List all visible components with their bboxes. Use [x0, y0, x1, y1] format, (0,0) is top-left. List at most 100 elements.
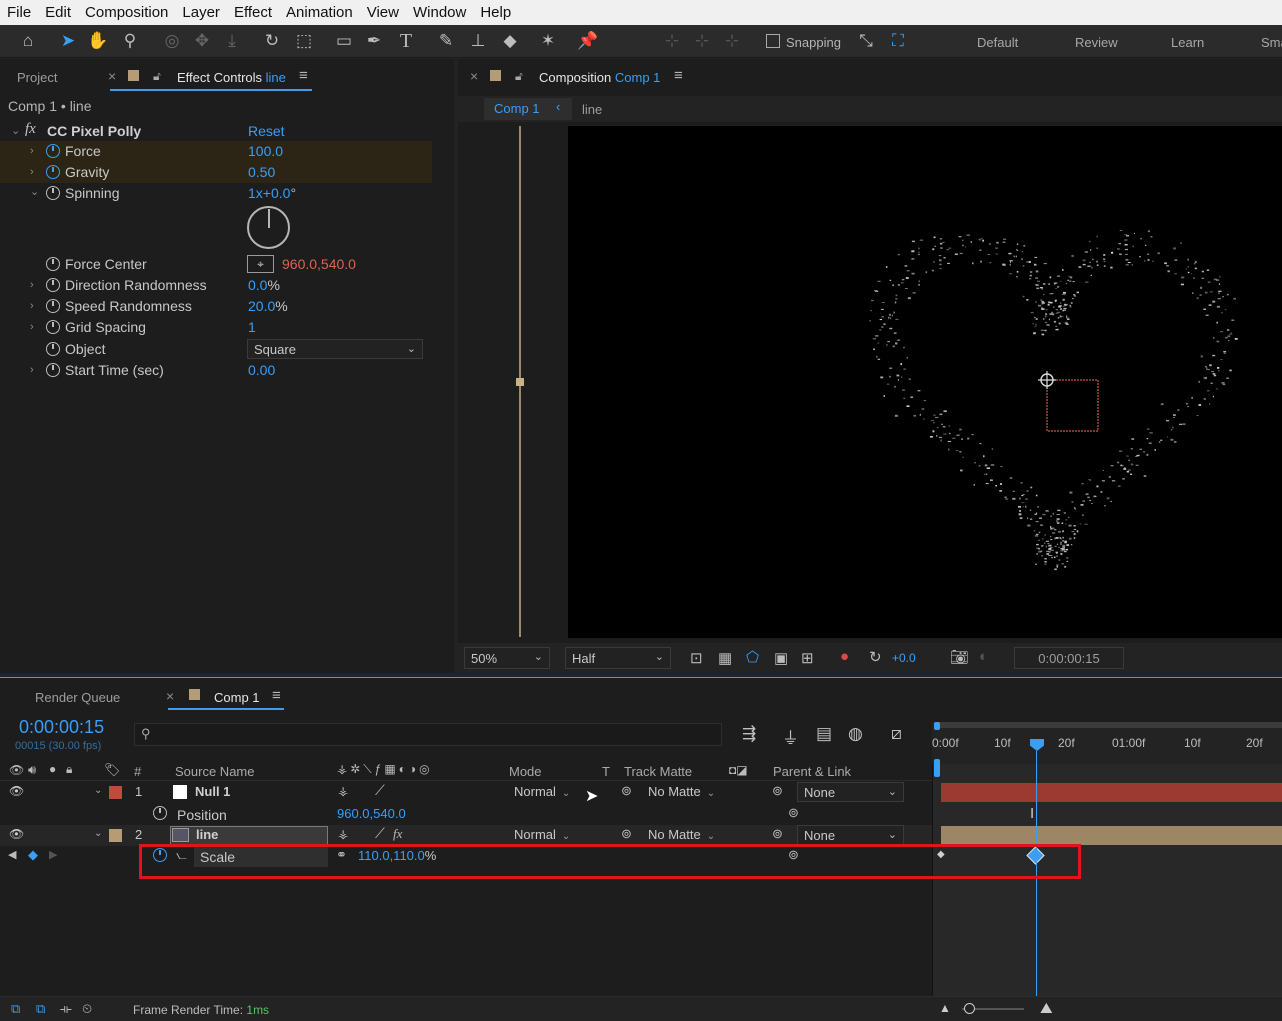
property-value[interactable]: 960.0,540.0 [282, 256, 356, 272]
eraser-tool-icon[interactable]: ◆ [498, 29, 522, 53]
chevron-down-icon[interactable]: ⌄ [94, 785, 102, 796]
brush-tool-icon[interactable]: ✎ [434, 29, 458, 53]
parent-pickwhip-icon[interactable]: ⊚ [772, 826, 783, 842]
fx-icon[interactable]: fx [25, 121, 36, 138]
resolution-dropdown[interactable]: Half ⌄ [565, 647, 671, 669]
close-icon[interactable]: × [470, 68, 478, 84]
expression-pickwhip-icon[interactable]: ⊚ [788, 805, 799, 821]
orbit-camera-icon[interactable]: ◎ [160, 29, 184, 53]
solo-icon[interactable]: ● [49, 762, 56, 776]
chevron-down-icon[interactable]: ⌄ [94, 828, 102, 839]
eye-icon[interactable]: 👁︎ [9, 784, 24, 798]
search-input[interactable]: ⚲ [134, 723, 722, 746]
stopwatch-icon[interactable] [46, 320, 60, 337]
reset-link[interactable]: Reset [248, 123, 285, 139]
draft-3d-icon[interactable]: ⏚ [782, 724, 799, 749]
snapping-checkbox[interactable] [766, 34, 780, 48]
object-dropdown[interactable]: Square ⌄ [247, 339, 423, 359]
close-icon[interactable]: × [166, 688, 174, 704]
layer-row[interactable]: 👁︎ ⌄ 1 Null 1 ⚶ ⟋ Normal ⌄ ⊚ No Matte ⌄ ⊚ … [0, 782, 932, 803]
keyframe-toggle-icon[interactable]: ◆ [28, 847, 38, 863]
eye-icon[interactable]: 👁︎ [9, 827, 24, 841]
layer-bar-null[interactable] [941, 783, 1282, 802]
layer-switches-icon[interactable]: ⧉ [11, 1001, 20, 1017]
tab-composition[interactable]: Composition Comp 1 [539, 70, 660, 85]
zoom-dropdown[interactable]: 50% ⌄ [464, 647, 550, 669]
label-tag-icon[interactable]: 🏷︎ [104, 762, 121, 778]
in-out-icon[interactable]: ⟛ [60, 1001, 72, 1017]
matte-pickwhip-icon[interactable]: ⊚ [621, 783, 632, 799]
current-time-field[interactable]: 0:00:00:15 [1014, 647, 1124, 669]
property-value[interactable]: 1 [248, 319, 256, 335]
channel-icon[interactable]: ● [840, 648, 849, 665]
region-of-interest-icon[interactable]: ▣ [774, 649, 788, 667]
exposure-value[interactable]: +0.0 [892, 651, 916, 665]
menu-window[interactable]: Window [406, 0, 473, 25]
breadcrumb-comp[interactable]: Comp 1 ‹ [484, 98, 572, 120]
breadcrumb-layer[interactable]: line [582, 102, 602, 117]
chevron-down-icon[interactable]: ⌄ [11, 124, 20, 137]
layer-bar-line[interactable] [941, 826, 1282, 845]
chevron-right-icon[interactable]: › [30, 364, 34, 376]
property-value[interactable]: 20.0% [248, 298, 288, 314]
parent-dropdown[interactable]: None ⌄ [797, 825, 904, 845]
parent-dropdown[interactable]: None ⌄ [797, 782, 904, 802]
track-matte-dropdown[interactable]: No Matte ⌄ [648, 827, 715, 842]
mask-visibility-icon[interactable]: ⬠ [746, 648, 759, 666]
chevron-right-icon[interactable]: › [30, 321, 34, 333]
menu-file[interactable]: File [0, 0, 38, 25]
tab-project[interactable]: Project [17, 70, 57, 85]
lock-icon[interactable]: 🔓︎ [515, 69, 523, 84]
lock-icon[interactable]: 🔒︎ [66, 762, 72, 777]
show-snapshot-icon[interactable]: ◐ [979, 648, 988, 665]
layer-label-color[interactable] [109, 829, 122, 842]
snap-features-icon[interactable]: ⛶ [886, 29, 910, 53]
hand-tool-icon[interactable]: ✋ [86, 29, 110, 53]
panel-menu-icon[interactable]: ≡ [674, 67, 683, 84]
menu-effect[interactable]: Effect [227, 0, 279, 25]
fx-switch-icon[interactable]: fx [393, 826, 402, 842]
dolly-camera-icon[interactable]: ⤓ [220, 29, 244, 53]
zoom-in-icon[interactable]: ⛰ [1040, 1000, 1053, 1017]
axis-view-icon[interactable]: ⊹ [720, 29, 744, 53]
layer-name[interactable]: Null 1 [195, 784, 230, 799]
effect-row[interactable]: ⌄ fx CC Pixel Polly Reset [0, 120, 432, 141]
stopwatch-icon[interactable] [153, 806, 167, 823]
property-value[interactable]: 1x+0.0° [248, 185, 296, 201]
selection-tool-icon[interactable]: ➤ [56, 29, 80, 53]
grid-guides-icon[interactable]: ⊞ [801, 649, 814, 667]
angle-dial[interactable] [247, 206, 290, 249]
snapshot-icon[interactable]: 📷︎ [950, 648, 969, 666]
pen-tool-icon[interactable]: ✒ [362, 29, 386, 53]
layer-name-field[interactable] [170, 826, 328, 846]
menu-layer[interactable]: Layer [175, 0, 227, 25]
snap-edges-icon[interactable]: ⤡ [854, 29, 878, 53]
tab-effect-controls[interactable]: Effect Controls line [177, 70, 286, 85]
menu-help[interactable]: Help [473, 0, 518, 25]
playhead-handle[interactable] [1030, 739, 1044, 751]
in-point-marker[interactable] [934, 759, 940, 777]
stopwatch-icon[interactable] [46, 257, 60, 274]
axis-world-icon[interactable]: ⊹ [690, 29, 714, 53]
rectangle-tool-icon[interactable]: ▭ [332, 29, 356, 53]
shy-switch-icon[interactable]: ⚶ [338, 784, 348, 798]
render-time-icon[interactable]: ⏲ [82, 1001, 92, 1017]
menu-edit[interactable]: Edit [38, 0, 78, 25]
puppet-pin-icon[interactable]: 📌 [576, 29, 600, 53]
stopwatch-icon[interactable] [46, 144, 60, 161]
graph-editor-icon[interactable]: ⧄ [891, 724, 902, 744]
clone-stamp-icon[interactable]: ⊥ [466, 29, 490, 53]
reset-exposure-icon[interactable]: ↻ [869, 648, 882, 666]
quality-switch-icon[interactable]: ⟋ [375, 782, 385, 799]
stopwatch-icon[interactable] [46, 165, 60, 182]
prev-keyframe-icon[interactable]: ◀ [8, 848, 16, 861]
next-keyframe-icon[interactable]: ▶ [49, 848, 57, 861]
roto-brush-icon[interactable]: ✶ [536, 29, 560, 53]
workspace-default[interactable]: Default [977, 35, 1018, 50]
stopwatch-icon[interactable] [46, 363, 60, 380]
matte-pickwhip-icon[interactable]: ⊚ [621, 826, 632, 842]
zoom-out-icon[interactable]: ▲ [939, 1001, 951, 1015]
crosshair-icon[interactable]: ⌖ [247, 255, 274, 273]
pan-behind-tool-icon[interactable]: ⬚ [292, 29, 316, 53]
zoom-slider-thumb[interactable] [964, 1003, 975, 1014]
